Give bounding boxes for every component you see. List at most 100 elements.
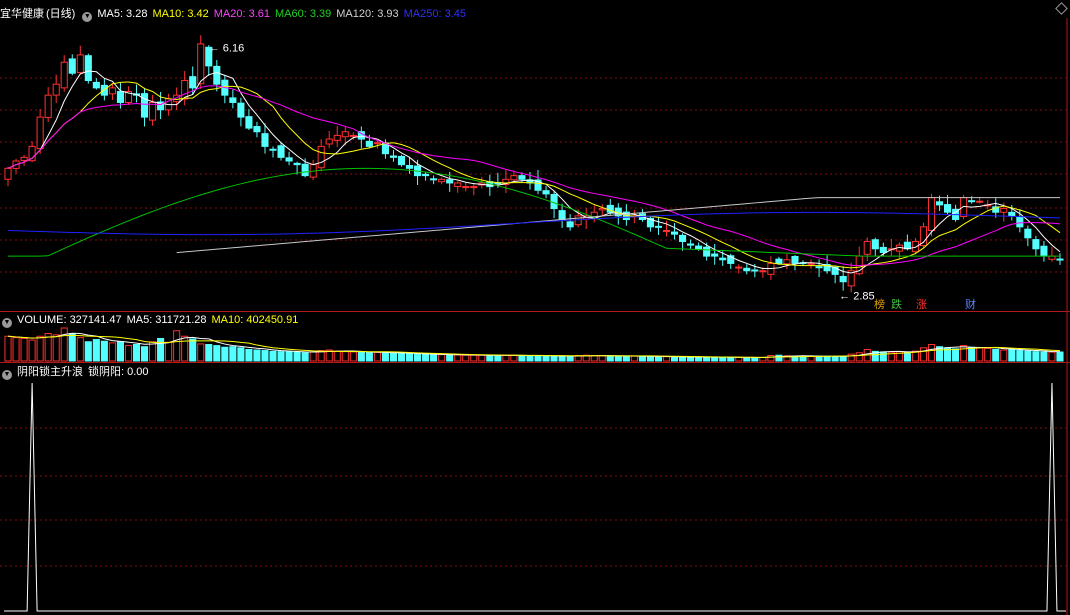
candle-down <box>791 255 799 264</box>
candle-down <box>365 140 373 147</box>
volume-bar <box>12 337 20 362</box>
volume-bar <box>205 344 213 362</box>
candle-down <box>237 102 245 118</box>
candle-up <box>807 262 815 265</box>
volume-bar <box>269 350 277 362</box>
candle-down <box>719 257 727 261</box>
volume-bar <box>1000 349 1008 362</box>
volume-bar <box>542 355 550 362</box>
candle-down <box>213 65 221 85</box>
volume-bar <box>405 353 414 362</box>
candle-up <box>783 259 791 265</box>
volume-bar <box>341 351 349 362</box>
volume-bar <box>662 356 671 362</box>
volume-bar <box>638 355 646 362</box>
volume-bar <box>333 350 341 362</box>
volume-bar <box>446 354 454 362</box>
candle-up <box>108 87 116 95</box>
volume-bar <box>36 335 44 362</box>
candle-down <box>654 225 663 228</box>
candle-down <box>670 231 679 235</box>
volume-bar <box>414 353 422 362</box>
volume-bar <box>743 357 751 362</box>
volume-bar <box>430 354 438 362</box>
low-price-label: ← 2.85 <box>839 291 874 303</box>
candle-down <box>301 163 309 177</box>
candle-down <box>815 266 823 269</box>
volume-bar <box>566 355 574 362</box>
volume-bar <box>381 352 389 362</box>
high-price-label: ← 6.16 <box>209 43 244 55</box>
candle-down <box>703 246 711 257</box>
candle-up <box>510 175 518 181</box>
candle-down <box>839 275 847 283</box>
chart-canvas: ← 6.16 ← 2.85 <box>0 18 1068 615</box>
candle-down <box>253 126 261 133</box>
volume-bar <box>727 356 735 362</box>
candle-down <box>935 201 944 206</box>
volume-bar <box>261 350 269 362</box>
volume-bar <box>855 352 863 362</box>
volume-bar <box>847 353 855 362</box>
volume-bar <box>976 347 984 362</box>
candle-up <box>438 178 446 183</box>
volume-bar <box>124 345 133 362</box>
volume-bar <box>1040 351 1048 362</box>
candle-down <box>1024 228 1032 239</box>
volume-bar <box>695 356 703 362</box>
volume-bar <box>229 346 237 362</box>
candle-down <box>245 116 253 129</box>
volume-bar <box>550 355 558 362</box>
volume-bar <box>309 351 317 362</box>
candle-down <box>422 173 430 177</box>
candle-up <box>44 94 52 119</box>
candle-up <box>759 270 767 273</box>
candle-down <box>293 162 301 166</box>
candle-down <box>189 76 197 89</box>
indicator-line <box>4 382 1066 612</box>
volume-bar <box>767 355 775 362</box>
volume-bar <box>389 352 398 362</box>
volume-bar <box>486 355 494 362</box>
candle-up <box>454 182 462 188</box>
volume-bar <box>510 354 518 362</box>
volume-bar <box>494 355 502 362</box>
candle-down <box>558 210 566 221</box>
candle-down <box>518 175 526 180</box>
volume-bar <box>478 354 486 362</box>
volume-bar <box>984 347 992 362</box>
candle-down <box>229 97 237 103</box>
candle-down <box>269 148 277 151</box>
candle-down <box>68 58 76 74</box>
candle-up <box>349 134 357 137</box>
candle-down <box>743 267 751 272</box>
volume-bar <box>245 348 253 362</box>
candle-down <box>285 157 293 162</box>
volume-bar <box>751 357 759 362</box>
candle-down <box>405 165 414 169</box>
candle-down <box>1032 239 1040 250</box>
candle-up <box>20 156 28 161</box>
candle-down <box>550 193 558 210</box>
volume-bar <box>213 345 221 362</box>
volume-bar <box>622 355 630 362</box>
volume-bar <box>60 327 68 362</box>
ma250-line <box>7 211 1061 236</box>
volume-bar <box>534 355 542 362</box>
candle-down <box>1016 216 1024 228</box>
volume-bar <box>140 346 149 362</box>
volume-bar <box>28 339 36 362</box>
volume-bar <box>703 356 711 362</box>
candle-down <box>1040 245 1048 257</box>
candle-down <box>1056 258 1064 261</box>
candle-up <box>197 43 205 85</box>
volume-bar <box>518 355 526 362</box>
volume-bar <box>606 355 614 362</box>
volume-bar <box>823 355 831 362</box>
candle-down <box>446 179 454 184</box>
candle-up <box>333 134 341 141</box>
candle-down <box>944 204 952 213</box>
candle-up <box>4 167 12 180</box>
volume-bar <box>1016 350 1024 362</box>
candle-down <box>775 258 783 264</box>
